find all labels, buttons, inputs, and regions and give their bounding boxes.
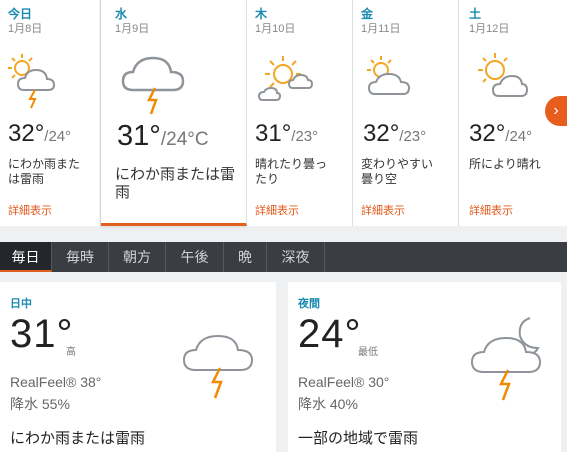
cloud-thunder-icon <box>182 334 254 399</box>
day-card-today[interactable]: 今日 1月8日 32°/24° にわか雨または雷雨 詳細表示 <box>0 0 101 226</box>
period-tabs: 毎日 毎時 朝方 午後 晩 深夜 <box>0 242 567 272</box>
day-panel: 日中 31° 高 RealFeel® 38° 降水 55% にわか雨または雷雨 <box>0 282 276 452</box>
condition-text: にわか雨または雷雨 <box>8 157 81 186</box>
temp-high: 31° <box>255 120 292 147</box>
temp-high-low: 32°/24° <box>469 120 532 148</box>
realfeel-text: RealFeel® 38° <box>10 374 102 390</box>
day-date: 1月10日 <box>255 23 296 35</box>
details-link[interactable]: 詳細表示 <box>361 202 405 218</box>
next-days-button[interactable]: › <box>545 96 567 126</box>
day-date: 1月9日 <box>115 23 150 35</box>
day-date: 1月11日 <box>361 23 401 35</box>
temp-high-low: 31°/24°C <box>117 120 209 153</box>
temp-high-low: 32°/24° <box>8 120 71 148</box>
sun-cloud-icon <box>367 56 411 95</box>
sun-cloud-thunder-icon <box>8 54 56 109</box>
day-date: 1月8日 <box>8 23 43 35</box>
panel-label: 日中 <box>10 298 32 310</box>
panel-temp: 31° <box>10 312 74 356</box>
condition-text: にわか雨または雷雨 <box>115 166 236 201</box>
temp-low: /24°C <box>160 129 209 150</box>
temp-high: 31° <box>117 120 161 152</box>
temp-qualifier: 最低 <box>358 347 378 358</box>
sun-cloud-icon <box>257 56 314 101</box>
details-link[interactable]: 詳細表示 <box>469 202 513 218</box>
cloud-thunder-icon <box>121 56 185 115</box>
temp-high: 32° <box>363 120 400 147</box>
details-link[interactable]: 詳細表示 <box>255 202 299 218</box>
condition-text: 晴れたり曇ったり <box>255 157 328 186</box>
condition-text: 変わりやすい曇り空 <box>361 157 434 186</box>
temp-high: 32° <box>469 120 506 147</box>
day-date: 1月12日 <box>469 23 510 35</box>
day-card-selected[interactable]: 水 1月9日 31°/24°C にわか雨または雷雨 <box>101 0 247 226</box>
chevron-right-icon: › <box>553 102 559 119</box>
tab-overnight[interactable]: 深夜 <box>267 242 325 272</box>
tab-daily[interactable]: 毎日 <box>0 242 52 272</box>
sun-cloud-icon <box>478 53 529 97</box>
panel-label: 夜間 <box>298 298 320 310</box>
temp-low: /23° <box>399 128 427 145</box>
temp-low: /23° <box>291 128 319 145</box>
moon-cloud-thunder-icon <box>470 317 542 401</box>
forecast-strip: 今日 1月8日 32°/24° にわか雨または雷雨 詳細表示 水 1月9日 31… <box>0 0 567 229</box>
day-card-thu[interactable]: 木 1月10日 31°/23° 晴れたり曇ったり 詳細表示 <box>247 0 353 226</box>
panel-temp: 24° <box>298 312 362 356</box>
night-panel: 夜間 24° 最低 RealFeel® 30° 降水 40% 一部の地域で雷雨 <box>288 282 561 452</box>
temp-low: /24° <box>44 128 72 145</box>
day-card-fri[interactable]: 金 1月11日 32°/23° 変わりやすい曇り空 詳細表示 <box>353 0 459 226</box>
tab-morning[interactable]: 朝方 <box>109 242 166 272</box>
tab-afternoon[interactable]: 午後 <box>166 242 224 272</box>
temp-high: 32° <box>8 120 45 147</box>
realfeel-text: RealFeel® 30° <box>298 374 390 390</box>
precip-text: 降水 55% <box>10 396 70 412</box>
temp-qualifier: 高 <box>66 347 76 358</box>
details-link[interactable]: 詳細表示 <box>8 202 52 218</box>
temp-low: /24° <box>505 128 533 145</box>
condition-text: 所により晴れ <box>469 157 541 171</box>
temp-high-low: 31°/23° <box>255 120 318 148</box>
temp-high-low: 32°/23° <box>363 120 426 148</box>
precip-text: 降水 40% <box>298 396 358 412</box>
tab-evening[interactable]: 晩 <box>224 242 267 272</box>
tab-hourly[interactable]: 毎時 <box>52 242 109 272</box>
